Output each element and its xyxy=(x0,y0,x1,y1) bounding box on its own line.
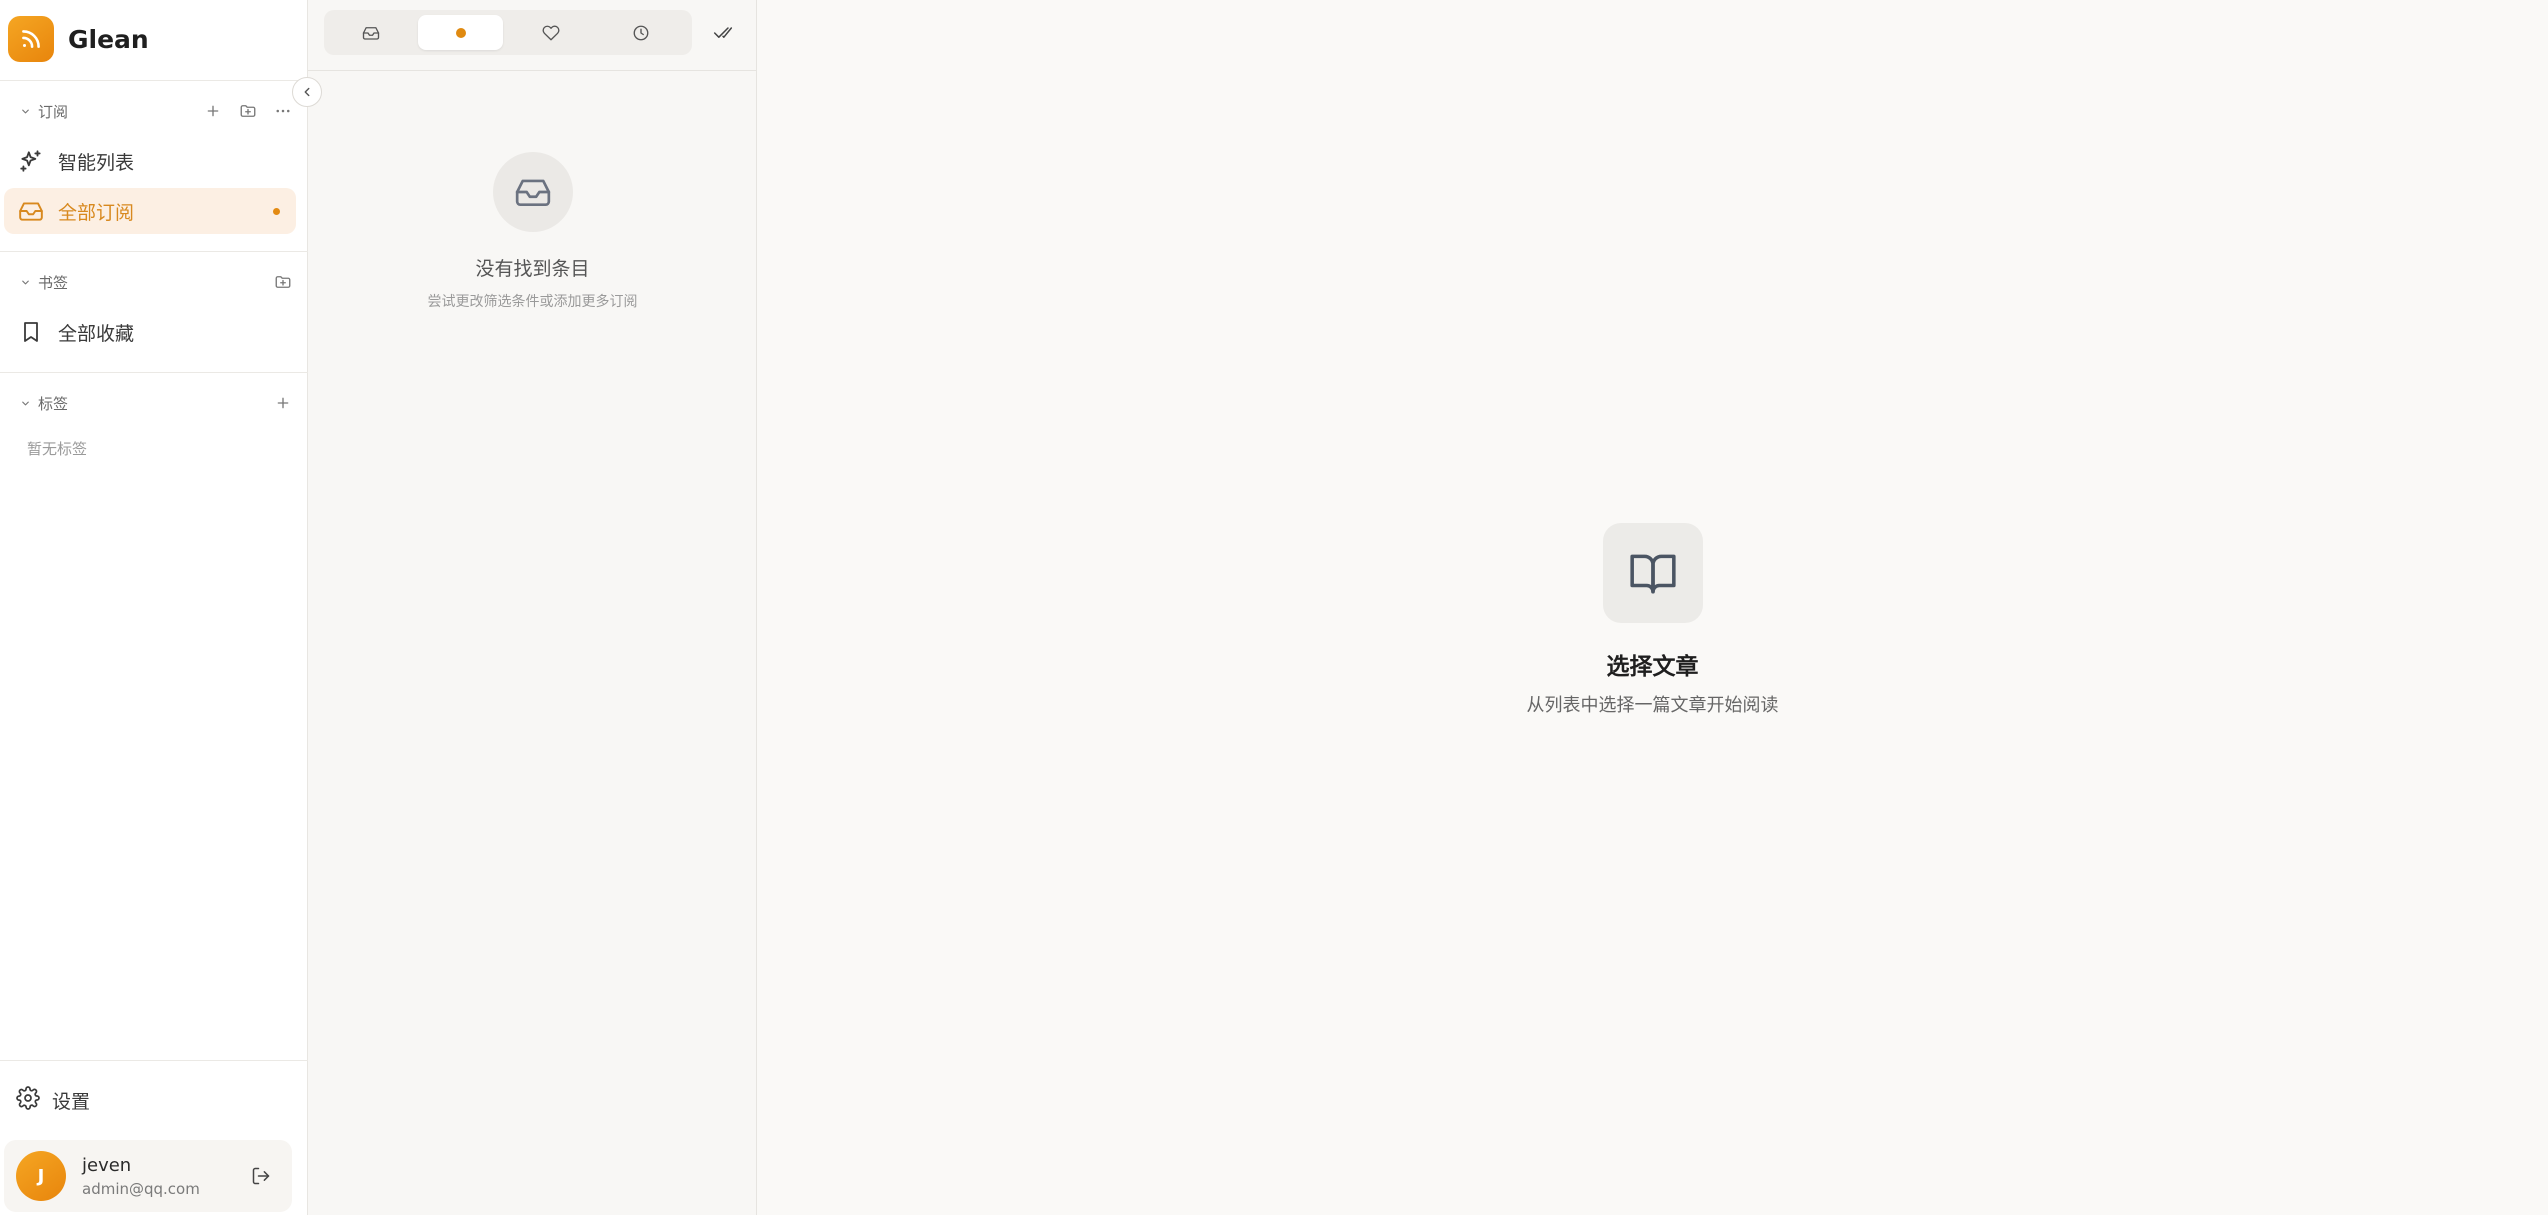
add-folder-button[interactable] xyxy=(233,98,263,124)
divider xyxy=(0,80,308,81)
settings-button[interactable]: 设置 xyxy=(4,1080,296,1120)
sidebar-item-all-bookmarks[interactable]: 全部收藏 xyxy=(4,309,296,355)
chevron-down-icon[interactable] xyxy=(18,104,32,118)
subscriptions-section-header[interactable]: 订阅 xyxy=(18,98,298,124)
folder-plus-icon xyxy=(240,105,256,117)
clock-icon xyxy=(633,25,648,40)
logout-button[interactable] xyxy=(248,1163,274,1189)
inbox-icon xyxy=(16,196,46,226)
reader-pane: 选择文章 从列表中选择一篇文章开始阅读 xyxy=(757,0,2548,1215)
divider xyxy=(0,372,308,373)
inbox-icon xyxy=(492,152,573,232)
subscriptions-label: 订阅 xyxy=(38,102,69,121)
empty-list-state: 没有找到条目 尝试更改筛选条件或添加更多订阅 xyxy=(308,152,757,311)
add-feed-button[interactable] xyxy=(198,98,228,124)
plus-icon xyxy=(207,105,219,117)
avatar: J xyxy=(16,1151,66,1201)
book-open-icon xyxy=(1602,523,1703,623)
ellipsis-icon xyxy=(276,109,290,113)
collapse-sidebar-button[interactable] xyxy=(292,77,322,107)
add-tag-button[interactable] xyxy=(268,390,298,416)
app-title: Glean xyxy=(68,24,149,54)
mark-all-read-button[interactable] xyxy=(708,18,738,48)
sidebar-item-label: 全部收藏 xyxy=(58,322,135,345)
unread-indicator xyxy=(273,208,280,215)
empty-list-title: 没有找到条目 xyxy=(475,258,590,280)
add-bookmark-folder-button[interactable] xyxy=(268,269,298,295)
bookmark-icon xyxy=(16,317,46,347)
empty-list-subtitle: 尝试更改筛选条件或添加更多订阅 xyxy=(427,294,638,310)
sidebar-item-label: 智能列表 xyxy=(58,151,135,174)
empty-reader-state: 选择文章 从列表中选择一篇文章开始阅读 xyxy=(757,523,2548,717)
divider xyxy=(0,251,308,252)
no-tags-text: 暂无标签 xyxy=(27,440,88,458)
more-options-button[interactable] xyxy=(268,98,298,124)
tab-unread[interactable] xyxy=(418,15,503,50)
sidebar: Glean 订阅 智能列表 全部订阅 书签 全部收藏 标签 暂无标签 设置 J … xyxy=(0,0,308,1215)
empty-reader-title: 选择文章 xyxy=(1606,654,1699,680)
inbox-icon xyxy=(362,26,379,40)
divider xyxy=(308,70,757,71)
sidebar-item-smart-list[interactable]: 智能列表 xyxy=(4,138,296,184)
rss-logo-icon xyxy=(8,16,54,62)
sidebar-item-all-feeds[interactable]: 全部订阅 xyxy=(4,188,296,234)
filter-tabs xyxy=(324,10,692,55)
logout-icon xyxy=(252,1167,270,1185)
settings-label: 设置 xyxy=(52,1090,91,1113)
sidebar-item-label: 全部订阅 xyxy=(58,201,135,224)
divider xyxy=(0,1060,308,1061)
chevron-left-icon xyxy=(304,87,310,97)
chevron-down-icon[interactable] xyxy=(18,396,32,410)
bookmarks-section-header[interactable]: 书签 xyxy=(18,269,298,295)
heart-icon xyxy=(542,25,559,40)
check-double-icon xyxy=(713,27,733,38)
tab-favorites[interactable] xyxy=(508,15,593,50)
plus-icon xyxy=(277,397,289,409)
sparkles-icon xyxy=(16,146,46,176)
tags-section-header[interactable]: 标签 xyxy=(18,390,298,416)
user-name: jeven xyxy=(82,1154,132,1176)
tags-label: 标签 xyxy=(38,394,69,413)
bookmarks-label: 书签 xyxy=(38,273,69,292)
user-card: J jeven admin@qq.com xyxy=(4,1140,292,1212)
chevron-down-icon[interactable] xyxy=(18,275,32,289)
unread-dot-icon xyxy=(455,27,466,38)
tab-read-later[interactable] xyxy=(598,15,683,50)
user-email: admin@qq.com xyxy=(82,1179,200,1198)
brand[interactable]: Glean xyxy=(8,16,149,62)
empty-reader-subtitle: 从列表中选择一篇文章开始阅读 xyxy=(1526,695,1779,716)
folder-plus-icon xyxy=(275,276,291,288)
gear-icon xyxy=(16,1086,40,1114)
article-list-panel: 没有找到条目 尝试更改筛选条件或添加更多订阅 xyxy=(308,0,757,1215)
tab-all[interactable] xyxy=(328,15,413,50)
